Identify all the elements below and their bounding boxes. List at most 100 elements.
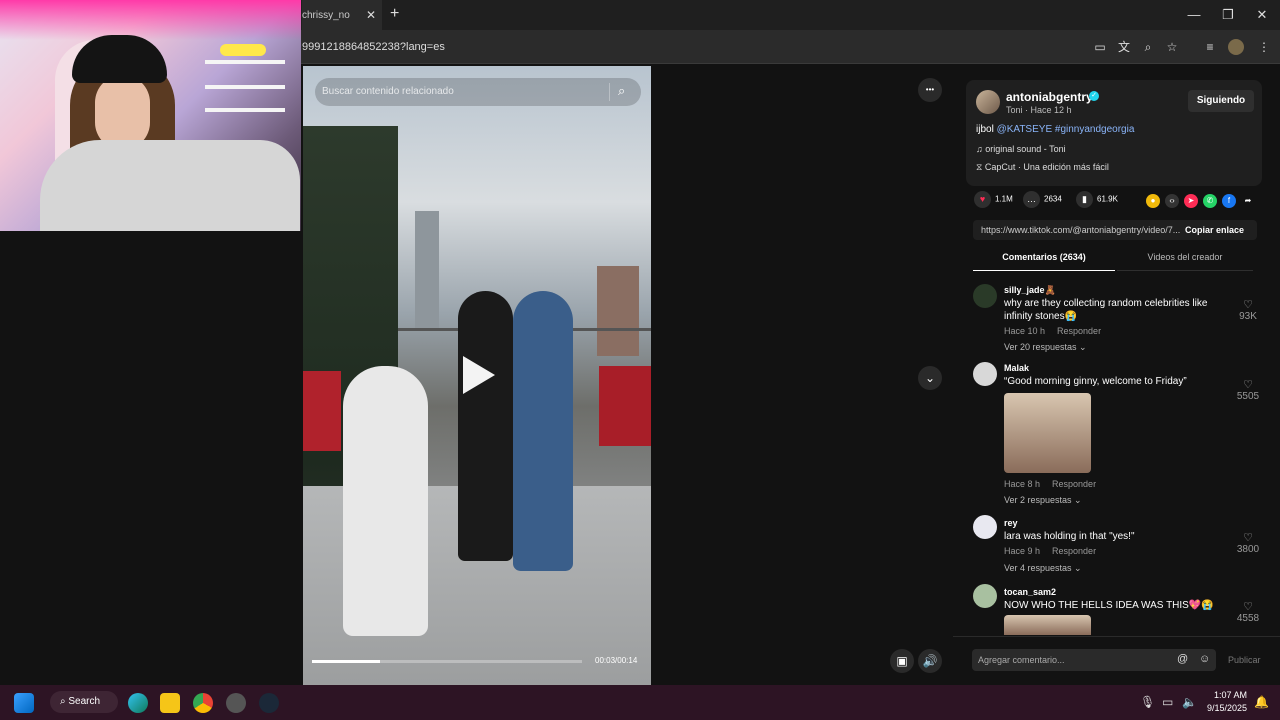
network-icon[interactable]: ▭ (1162, 695, 1173, 709)
whatsapp-icon[interactable]: ✆ (1203, 194, 1217, 208)
video-scene-building (415, 211, 439, 331)
video-timecode: 00:03/00:14 (595, 656, 638, 665)
more-options-button[interactable]: ••• (918, 78, 942, 102)
minimize-button[interactable]: — (1184, 7, 1204, 22)
comment-image[interactable] (1004, 393, 1091, 473)
video-progress-bar[interactable] (312, 660, 582, 663)
comment-action[interactable]: … 2634 (1023, 191, 1062, 209)
heart-icon[interactable]: ♥ (974, 191, 991, 208)
comment-like[interactable]: ♡ 3800 (1233, 531, 1263, 555)
tab-comments[interactable]: Comentarios (2634) (973, 252, 1115, 271)
author-card: antoniabgentry ✓ Toni · Hace 12 h Siguie… (966, 80, 1262, 186)
comment-input[interactable]: Agregar comentario... @ ☺ (972, 649, 1216, 671)
cast-icon[interactable]: ▭ (1092, 39, 1108, 55)
video-scene-person (343, 366, 428, 636)
view-replies-button[interactable]: Ver 4 respuestas ⌄ (1004, 563, 1082, 574)
author-subline: Toni · Hace 12 h (1006, 105, 1072, 115)
microphone-icon[interactable]: 🎙 (1140, 695, 1155, 709)
comment-username[interactable]: rey (1004, 518, 1018, 528)
capcut-row[interactable]: ⧖ CapCut · Una edición más fácil (976, 162, 1109, 173)
comment-time: Hace 9 h (1004, 546, 1041, 556)
reply-button[interactable]: Responder (1057, 326, 1101, 336)
heart-outline-icon[interactable]: ♡ (1233, 378, 1263, 391)
heart-outline-icon[interactable]: ♡ (1233, 600, 1263, 613)
comment-username[interactable]: silly_jade🧸 (1004, 285, 1056, 296)
music-note-icon: ♫ (976, 144, 986, 154)
obs-icon[interactable] (226, 693, 246, 713)
zoom-icon[interactable]: ⌕ (1140, 39, 1156, 55)
url-field[interactable]: 9991218864852238?lang=es (302, 41, 445, 53)
comment-avatar[interactable] (973, 584, 997, 608)
translate-icon[interactable]: 文 (1116, 39, 1132, 55)
author-avatar[interactable] (976, 90, 1000, 114)
embed-icon[interactable]: ‹› (1165, 194, 1179, 208)
comment-meta: Hace 10 h Responder (1004, 326, 1101, 336)
bookmark-star-icon[interactable]: ☆ (1164, 39, 1180, 55)
comment-image[interactable] (1004, 615, 1091, 635)
speaker-icon[interactable]: 🔈 (1182, 695, 1197, 709)
heart-outline-icon[interactable]: ♡ (1233, 298, 1263, 311)
pip-icon[interactable]: ▣ (890, 649, 914, 673)
comment-avatar[interactable] (973, 284, 997, 308)
maximize-button[interactable]: ❐ (1218, 7, 1238, 23)
tab-creator-videos[interactable]: Videos del creador (1117, 252, 1253, 271)
new-tab-button[interactable]: + (390, 5, 399, 23)
related-search-bar[interactable]: Buscar contenido relacionado ⌕ (315, 78, 641, 106)
author-username[interactable]: antoniabgentry (1006, 90, 1093, 104)
volume-icon[interactable]: 🔊 (918, 649, 942, 673)
edge-icon[interactable] (128, 693, 148, 713)
comment-like[interactable]: ♡ 4558 (1233, 600, 1263, 624)
comment-like[interactable]: ♡ 5505 (1233, 378, 1263, 402)
reply-button[interactable]: Responder (1052, 546, 1096, 556)
save-action[interactable]: ▮ 61.9K (1076, 191, 1118, 209)
share-arrow-icon[interactable]: ➦ (1241, 194, 1255, 208)
video-player[interactable]: Buscar contenido relacionado ⌕ 00:03/00:… (303, 66, 651, 685)
publish-button[interactable]: Publicar (1228, 655, 1261, 665)
comment-avatar[interactable] (973, 515, 997, 539)
menu-dots-icon[interactable]: ⋮ (1256, 39, 1272, 55)
notification-bell-icon[interactable]: 🔔 (1254, 695, 1269, 709)
emoji-icon[interactable]: ☺ (1199, 653, 1210, 665)
comment-username[interactable]: tocan_sam2 (1004, 587, 1056, 597)
mention-icon[interactable]: @ (1177, 653, 1188, 665)
view-replies-button[interactable]: Ver 2 respuestas ⌄ (1004, 495, 1082, 506)
comment-username[interactable]: Malak (1004, 363, 1029, 373)
tab-close-icon[interactable]: ✕ (366, 8, 376, 22)
comment-avatar[interactable] (973, 362, 997, 386)
comment-text: “Good morning ginny, welcome to Friday” (1004, 376, 1187, 387)
comment-input-placeholder: Agregar comentario... (978, 655, 1065, 665)
reply-button[interactable]: Responder (1052, 479, 1096, 489)
chrome-icon[interactable] (193, 693, 213, 713)
comment-icon[interactable]: … (1023, 191, 1040, 208)
search-icon[interactable]: ⌕ (618, 83, 625, 99)
save-count: 61.9K (1097, 194, 1118, 204)
bookmark-icon[interactable]: ▮ (1076, 191, 1093, 208)
comment-like-count: 93K (1239, 311, 1257, 322)
taskbar-search-label: Search (68, 696, 101, 707)
next-video-chevron-down-icon[interactable]: ⌄ (918, 366, 942, 390)
comment-like[interactable]: ♡ 93K (1233, 298, 1263, 322)
share-link-url[interactable]: https://www.tiktok.com/@antoniabgentry/v… (981, 225, 1181, 235)
windows-start-icon[interactable] (14, 693, 34, 713)
reading-list-icon[interactable]: ≡ (1202, 39, 1218, 55)
view-replies-button[interactable]: Ver 20 respuestas ⌄ (1004, 342, 1087, 353)
play-icon[interactable] (463, 356, 495, 394)
steam-icon[interactable] (259, 693, 279, 713)
heart-outline-icon[interactable]: ♡ (1233, 531, 1263, 544)
verified-badge-icon: ✓ (1089, 91, 1099, 101)
file-explorer-icon[interactable] (160, 693, 180, 713)
facebook-icon[interactable]: f (1222, 194, 1236, 208)
coin-share-icon[interactable]: ● (1146, 194, 1160, 208)
like-action[interactable]: ♥ 1.1M (974, 191, 1013, 209)
music-row[interactable]: ♫ original sound - Toni (976, 144, 1066, 154)
browser-tab[interactable]: chrissy_no ✕ (302, 0, 382, 30)
close-window-button[interactable]: ✕ (1252, 7, 1272, 23)
send-icon[interactable]: ➤ (1184, 194, 1198, 208)
taskbar-search[interactable]: ⌕ Search (50, 691, 118, 713)
related-search-placeholder: Buscar contenido relacionado (322, 86, 454, 97)
copy-link-button[interactable]: Copiar enlace (1185, 225, 1244, 235)
following-button[interactable]: Siguiendo (1188, 90, 1254, 112)
profile-avatar-icon[interactable] (1228, 39, 1244, 55)
taskbar-clock[interactable]: 1:07 AM 9/15/2025 (1205, 689, 1247, 715)
caption-tags[interactable]: @KATSEYE #ginnyandgeorgia (997, 124, 1135, 135)
